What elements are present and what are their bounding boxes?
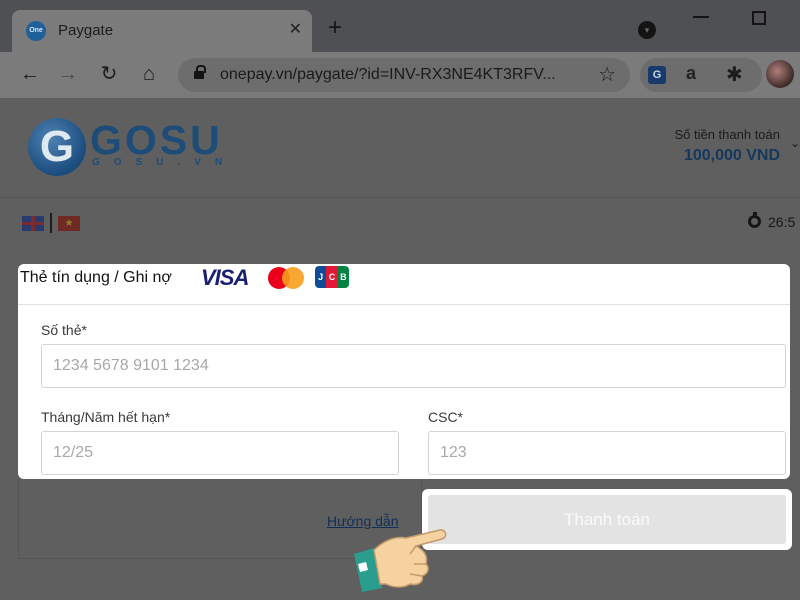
tab-search-icon[interactable]: ▾ <box>638 21 656 39</box>
tab-title: Paygate <box>58 22 114 39</box>
lock-icon[interactable] <box>194 65 206 79</box>
visa-logo-icon: VISA <box>201 265 249 290</box>
chevron-down-icon[interactable]: ⌄ <box>790 136 800 150</box>
vietnam-flag-icon[interactable]: ★ <box>58 216 80 231</box>
english-flag-icon[interactable] <box>22 216 44 231</box>
pointing-hand-icon <box>354 529 447 592</box>
extensions-group: G a ✱ <box>640 58 762 92</box>
minimize-icon[interactable] <box>693 16 709 18</box>
back-arrow-icon[interactable]: ← <box>18 62 42 86</box>
card-form-title: Thẻ tín dụng / Ghi nợ <box>20 269 172 286</box>
translate-icon[interactable]: G <box>648 66 666 84</box>
amount-label: Số tiền thanh toán <box>674 127 780 142</box>
logo-subtext: GOSU.VN <box>92 157 237 168</box>
extension-a-icon[interactable]: a <box>686 63 696 84</box>
avatar[interactable] <box>766 60 794 88</box>
expiry-input[interactable] <box>41 431 399 475</box>
url-text[interactable]: onepay.vn/paygate/?id=INV-RX3NE4KT3RFV..… <box>220 66 556 84</box>
home-icon[interactable]: ⌂ <box>137 62 161 86</box>
card-number-input[interactable] <box>41 344 786 388</box>
pay-button[interactable]: Thanh toán <box>428 495 786 544</box>
gosu-logo-icon: G <box>28 118 86 176</box>
browser-toolbar: ← → ↻ ⌂ onepay.vn/paygate/?id=INV-RX3NE4… <box>0 52 800 98</box>
address-bar[interactable]: onepay.vn/paygate/?id=INV-RX3NE4KT3RFV..… <box>178 58 630 92</box>
jcb-logo-icon: JCB <box>315 266 349 288</box>
reload-icon[interactable]: ↻ <box>97 62 121 86</box>
card-divider <box>18 304 790 305</box>
amount-value: 100,000 VND <box>683 147 780 164</box>
new-tab-icon[interactable]: + <box>328 16 342 40</box>
csc-input[interactable] <box>428 431 786 475</box>
expiry-label: Tháng/Năm hết hạn* <box>41 409 171 425</box>
merchant-header: G GOSU GOSU.VN Số tiền thanh toán 100,00… <box>0 98 800 198</box>
csc-label: CSC* <box>428 409 464 425</box>
forward-arrow-icon[interactable]: → <box>56 62 80 86</box>
star-icon[interactable]: ☆ <box>598 62 616 87</box>
browser-tab[interactable]: One Paygate ✕ <box>12 10 312 52</box>
maximize-icon[interactable] <box>752 11 766 25</box>
countdown-timer: 26:5 <box>768 214 796 230</box>
puzzle-icon[interactable]: ✱ <box>726 62 743 87</box>
pay-button-highlight: Thanh toán <box>422 489 792 550</box>
onepay-favicon-icon: One <box>26 21 46 41</box>
card-number-label: Số thẻ* <box>41 322 87 338</box>
browser-titlebar: One Paygate ✕ + ▾ <box>0 0 800 52</box>
card-form-panel: Thẻ tín dụng / Ghi nợ VISA JCB Số thẻ* T… <box>18 264 790 479</box>
language-divider <box>50 213 52 233</box>
logo-text: GOSU <box>90 117 223 163</box>
mastercard-logo-icon <box>268 267 304 289</box>
close-tab-icon[interactable]: ✕ <box>289 19 302 39</box>
stopwatch-icon <box>748 212 761 228</box>
